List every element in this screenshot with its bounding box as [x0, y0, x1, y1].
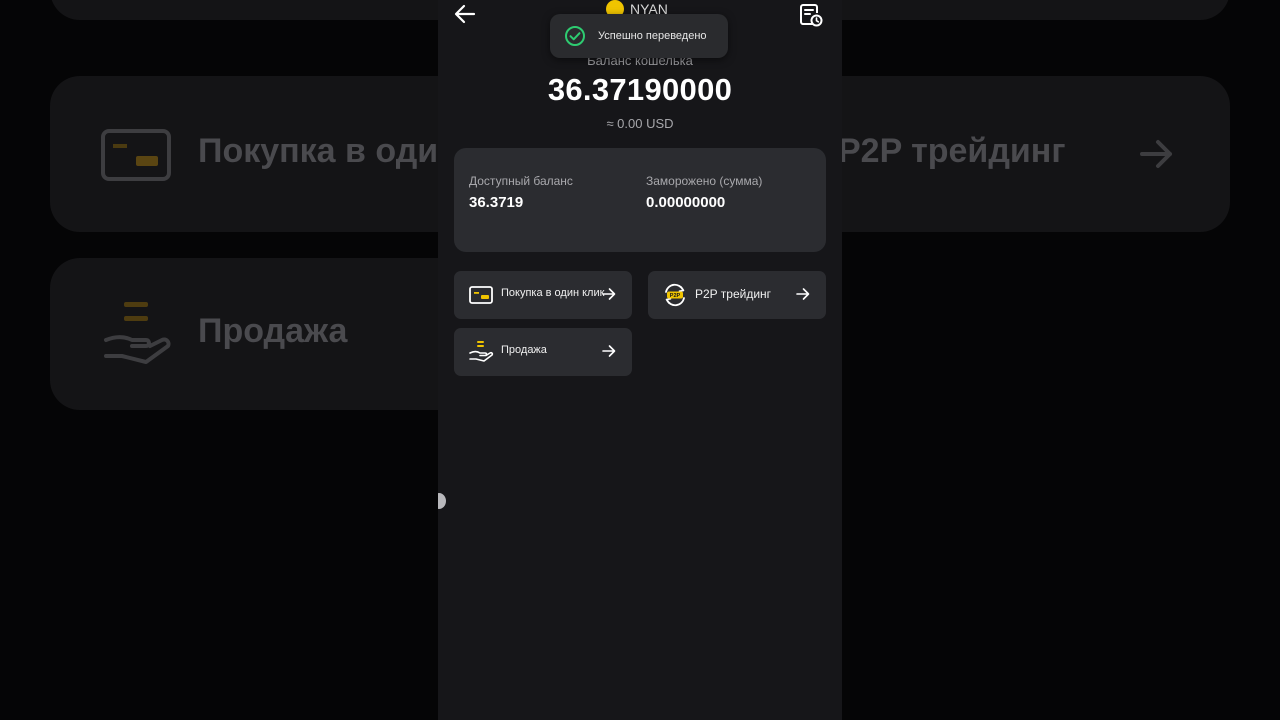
- toast-message: Успешно переведено: [598, 30, 707, 42]
- arrow-right-icon: [602, 288, 616, 300]
- p2p-trading-button[interactable]: P2P P2P трейдинг: [648, 271, 826, 319]
- success-toast: Успешно переведено: [550, 14, 728, 58]
- bg-sell-label: Продажа: [198, 312, 348, 350]
- bg-card-icon: [101, 129, 171, 181]
- bg-arrow-right-icon: [1140, 140, 1172, 168]
- available-balance-value: 36.3719: [469, 194, 524, 211]
- frozen-balance: Заморожено (сумма) 0.00000000: [646, 174, 762, 211]
- one-click-buy-label: Покупка в один клик: [501, 287, 605, 299]
- card-icon: [469, 286, 493, 304]
- wallet-screen: NYAN Баланс кошелька 36.37190000 ≈ 0.00 …: [438, 0, 842, 720]
- balance-card: Доступный баланс 36.3719 Заморожено (сум…: [454, 148, 826, 252]
- side-panel-handle[interactable]: [438, 493, 446, 509]
- sell-label: Продажа: [501, 344, 547, 356]
- one-click-buy-button[interactable]: Покупка в один клик: [454, 271, 632, 319]
- bg-p2p-label: P2P трейдинг: [838, 132, 1066, 170]
- arrow-left-icon[interactable]: [452, 2, 478, 26]
- wallet-balance-usd: ≈ 0.00 USD: [606, 116, 674, 131]
- arrow-right-icon: [796, 288, 810, 300]
- available-balance: Доступный баланс 36.3719: [469, 174, 573, 211]
- svg-text:P2P: P2P: [670, 293, 681, 299]
- frozen-balance-value: 0.00000000: [646, 194, 726, 211]
- hand-coins-icon: [469, 341, 494, 362]
- bg-hand-coins-icon: [104, 302, 171, 364]
- p2p-trading-label: P2P трейдинг: [695, 287, 772, 301]
- bg-buy-label: Покупка в один: [198, 132, 459, 170]
- check-circle-icon: [565, 26, 585, 46]
- frozen-balance-label: Заморожено (сумма): [646, 174, 763, 188]
- wallet-balance-amount: 36.37190000: [547, 72, 733, 107]
- sell-button[interactable]: Продажа: [454, 328, 632, 376]
- order-history-icon[interactable]: [798, 2, 824, 28]
- available-balance-label: Доступный баланс: [469, 174, 573, 188]
- p2p-icon: P2P: [665, 283, 685, 307]
- arrow-right-icon: [602, 345, 616, 357]
